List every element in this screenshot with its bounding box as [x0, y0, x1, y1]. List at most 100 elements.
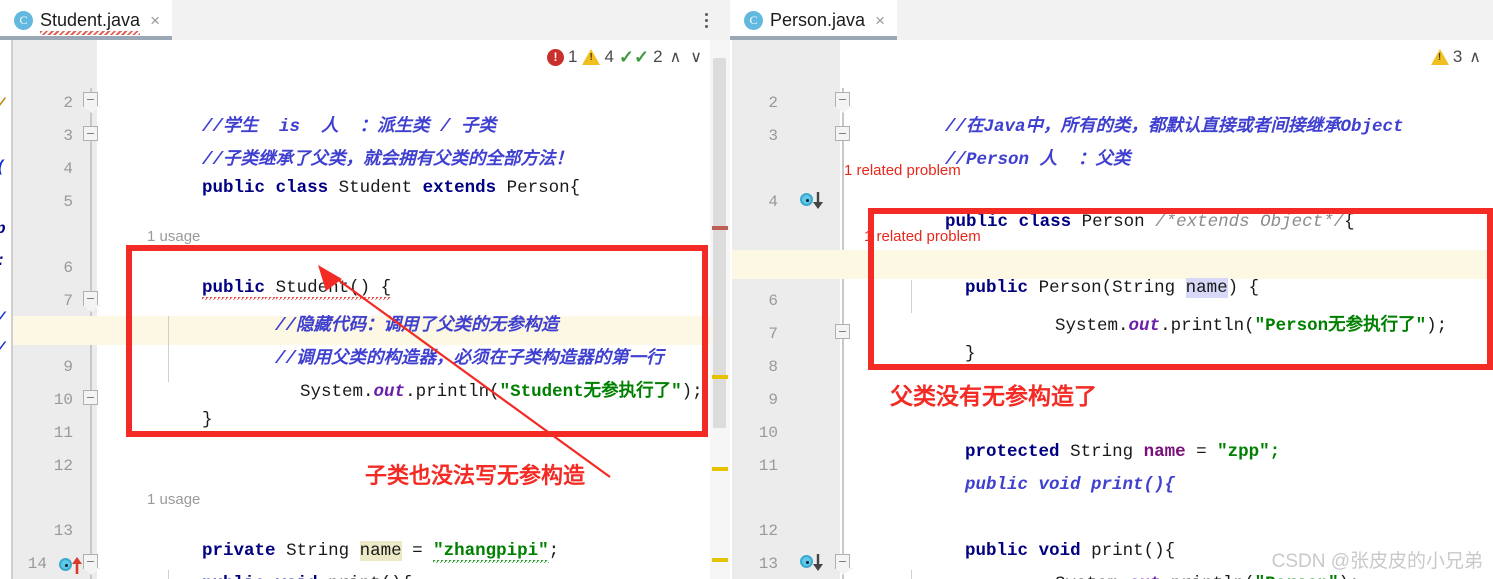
warning-marker[interactable]	[712, 375, 728, 379]
line-number: 13	[53, 522, 73, 540]
ok-count-label: 2	[653, 47, 663, 66]
tab-label: Student.java	[40, 9, 141, 35]
line-number: 3	[768, 127, 778, 145]
editor-body-right[interactable]: 3 ∧ 2 3 4 5 6 7 8 9 10 11 12 13 14	[730, 40, 1493, 579]
string-literal: "Person"	[1255, 574, 1339, 579]
code-area-left[interactable]: //学生 is 人 ：派生类 / 子类 //子类继承了父类，就会拥有父类的全部方…	[97, 40, 730, 579]
keyword-extends: extends	[422, 178, 497, 198]
ok-count[interactable]: ✓✓ 2	[619, 47, 663, 67]
error-marker[interactable]	[712, 226, 728, 230]
string-literal: "zhangpipi"	[433, 541, 549, 563]
class-name: Student	[338, 178, 413, 198]
editor-pane-person: C Person.java × 3 ∧ 2 3 4 5 6 7 8	[730, 0, 1493, 579]
keyword-public: public	[202, 574, 265, 579]
overriding-method-icon[interactable]	[59, 557, 85, 574]
closing-brace: }	[965, 344, 976, 364]
code-line: System.out.println("Student无参执行了");	[300, 382, 703, 402]
inspection-widget-right[interactable]: 3 ∧	[1430, 47, 1483, 67]
string-literal: "Student无参执行了"	[499, 382, 682, 402]
warning-icon	[1430, 49, 1449, 65]
inspection-widget-left[interactable]: ! 1 4 ✓✓ 2 ∧ ∨	[546, 47, 704, 67]
warning-marker[interactable]	[712, 558, 728, 562]
usage-hint[interactable]: 1 usage	[147, 491, 200, 508]
fold-marker[interactable]	[83, 126, 98, 141]
checkmark-icon: ✓✓	[618, 47, 650, 67]
next-problem-icon[interactable]: ∨	[688, 47, 704, 67]
string-literal: "Person无参执行了"	[1254, 316, 1427, 336]
keyword-class: class	[1018, 212, 1072, 232]
code-area-right[interactable]: //在Java中，所有的类，都默认直接或者间接继承Object //Person…	[840, 40, 1493, 579]
line-number: 5	[63, 193, 73, 211]
tabbar-spacer	[897, 0, 1493, 40]
ide-window: C Student.java × ! 1 4	[0, 0, 1493, 579]
overridden-method-icon[interactable]	[800, 192, 826, 209]
more-options-icon[interactable]	[690, 0, 722, 40]
code-line: }	[97, 390, 213, 450]
prev-problem-icon[interactable]: ∧	[1467, 47, 1483, 67]
fold-marker[interactable]	[83, 554, 98, 569]
usage-hint[interactable]: 1 usage	[147, 228, 200, 245]
tab-person-java[interactable]: C Person.java ×	[730, 0, 897, 40]
prev-problem-icon[interactable]: ∧	[668, 47, 684, 67]
block-comment: /*extends Object*/	[1155, 212, 1345, 232]
string-literal: "zpp";	[1217, 442, 1281, 462]
warning-count-label: 3	[1452, 47, 1463, 66]
keyword-public: public	[202, 178, 266, 198]
gutter-left[interactable]: 2 3 4 5 6 7 8 9 10 11 12 13 14 15	[13, 40, 97, 579]
line-number: 12	[758, 522, 778, 540]
warning-count-label: 4	[604, 47, 614, 66]
tab-student-java[interactable]: C Student.java ×	[0, 0, 173, 40]
fold-marker[interactable]	[83, 390, 98, 405]
line-number: 7	[768, 325, 778, 343]
code-line: //Person 人 ：父类	[945, 150, 1131, 170]
error-count[interactable]: ! 1	[546, 47, 578, 67]
line-number: 9	[63, 358, 73, 376]
closing-brace: }	[202, 410, 213, 430]
out-token: out	[373, 382, 406, 402]
overridden-method-icon[interactable]	[800, 554, 826, 571]
fold-marker[interactable]	[83, 92, 98, 107]
gutter-right[interactable]: 2 3 4 5 6 7 8 9 10 11 12 13 14	[732, 40, 840, 579]
class-name: Person	[1081, 212, 1145, 232]
editor-body-left[interactable]: ! 1 4 ✓✓ 2 ∧ ∨ / ( p : /	[0, 40, 730, 579]
related-problem-hint[interactable]: 1 related problem	[844, 162, 961, 179]
tabbar-left: C Student.java ×	[0, 0, 730, 40]
related-problem-hint[interactable]: 1 related problem	[864, 228, 981, 245]
scrollbar-thumb[interactable]	[713, 58, 726, 428]
keyword-class: class	[275, 178, 329, 198]
method-signature: print(){	[328, 574, 412, 579]
warning-count[interactable]: 3	[1430, 47, 1463, 67]
tabbar-right: C Person.java ×	[730, 0, 1493, 40]
line-number: 8	[768, 358, 778, 376]
close-icon[interactable]: ×	[147, 12, 160, 29]
line-number: 2	[768, 94, 778, 112]
line-number: 12	[53, 457, 73, 475]
line-number: 11	[53, 424, 73, 442]
annotation-note-person: 父类没有无参构造了	[890, 383, 1097, 409]
close-icon[interactable]: ×	[872, 12, 885, 29]
scrollbar-track-left[interactable]	[710, 40, 730, 579]
line-number: 9	[768, 391, 778, 409]
warning-icon	[582, 49, 601, 65]
error-count-label: 1	[567, 47, 578, 66]
warning-count[interactable]: 4	[582, 47, 614, 67]
watermark: CSDN @张皮皮的小兄弟	[1271, 551, 1483, 572]
superclass-name: Person	[506, 178, 570, 198]
hidden-pane-sliver: / ( p : / /	[0, 40, 13, 579]
line-number: 6	[63, 259, 73, 277]
warning-marker[interactable]	[712, 467, 728, 471]
line-number: 4	[63, 160, 73, 178]
code-line: public void print(){	[965, 475, 1176, 495]
println-token: .println(	[405, 382, 500, 402]
code-line: }	[860, 324, 976, 384]
system-token: System.	[300, 382, 374, 402]
tab-label: Person.java	[770, 9, 866, 30]
code-line: public class Student extends Person{	[202, 178, 581, 198]
annotation-note-student: 子类也没法写无参构造	[365, 463, 586, 488]
code-line: public void print(){	[97, 554, 412, 579]
fold-marker[interactable]	[83, 291, 98, 306]
error-icon: !	[546, 48, 564, 66]
code-line: System.out.println("Person无参执行了");	[1055, 316, 1448, 336]
line-number: 10	[758, 424, 778, 442]
editor-pane-student: C Student.java × ! 1 4	[0, 0, 730, 579]
